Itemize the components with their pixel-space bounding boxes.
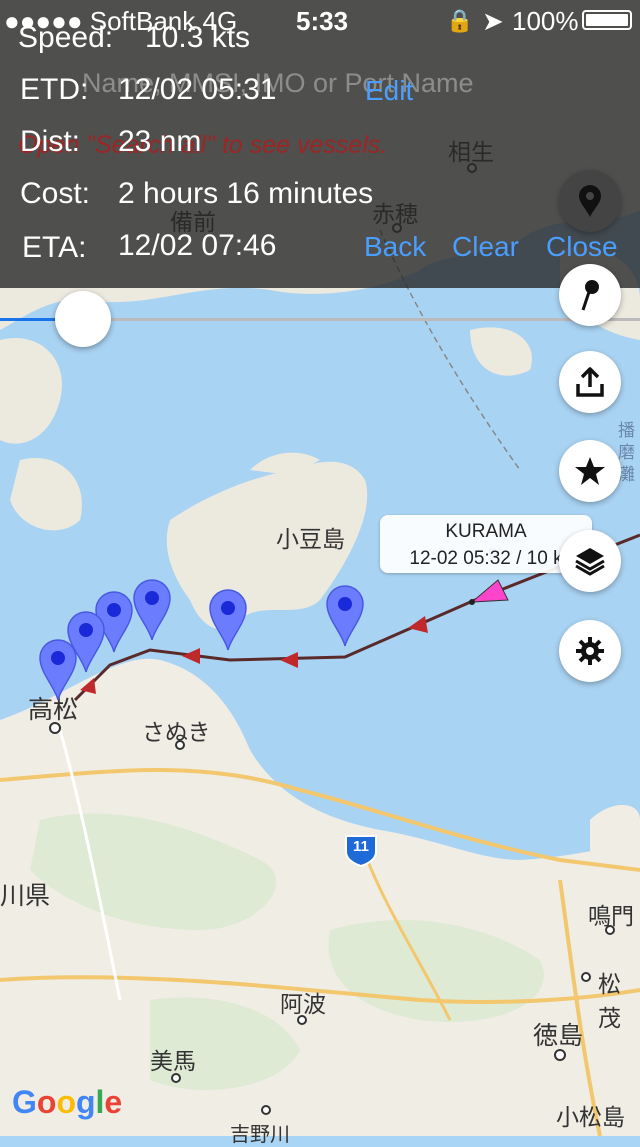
push-pin-icon — [581, 280, 599, 311]
waypoint-pin-1[interactable] — [325, 583, 365, 647]
map-label-yoshinogawa: 吉野川 — [230, 1124, 290, 1146]
eta-value: 12/02 07:46 — [118, 229, 277, 262]
lock-rotation-icon: 🔒 — [446, 8, 474, 33]
map-label-mima: 美馬 — [150, 1048, 196, 1074]
map-label-shodoshima: 小豆島 — [276, 526, 345, 552]
map-label-harima: 播磨灘 — [618, 421, 635, 484]
settings-button[interactable] — [559, 620, 621, 682]
etd-value: 12/02 05:31 — [118, 73, 277, 106]
dist-value: 23 nm — [118, 125, 202, 158]
dist-label: Dist: — [20, 125, 80, 158]
map-label-awa: 阿波 — [280, 991, 326, 1017]
battery-icon — [582, 10, 632, 30]
cost-value: 2 hours 16 minutes — [118, 177, 374, 210]
waypoint-pin-6[interactable] — [38, 637, 78, 701]
clear-button[interactable]: Clear — [452, 231, 519, 263]
share-button[interactable] — [559, 351, 621, 413]
gear-icon — [576, 637, 604, 665]
route-11-label: 11 — [353, 838, 369, 855]
drop-pin-button[interactable] — [559, 264, 621, 326]
carrier-label: ●●●●● SoftBank 4G — [4, 6, 238, 36]
google-logo: Google — [12, 1084, 123, 1120]
etd-label: ETD: — [20, 73, 89, 106]
favorites-button[interactable] — [559, 440, 621, 502]
status-bar: ●●●●● SoftBank 4G 5:33 🔒 ➤ 100% — [0, 0, 640, 40]
route-info-panel: Name, MMSI, IMO or Port Name Open "Searc… — [0, 0, 640, 288]
edit-button[interactable]: Edit — [365, 75, 413, 107]
vessel-name: KURAMA — [445, 521, 527, 542]
time-slider-thumb[interactable] — [55, 291, 112, 347]
map-label-matsushige: 松茂 — [598, 971, 621, 1031]
map-label-tokushima: 徳島 — [533, 1022, 584, 1050]
map-label-kagawa: 川県 — [0, 882, 51, 910]
clock: 5:33 — [296, 6, 349, 36]
share-icon — [576, 367, 604, 397]
star-icon — [575, 457, 605, 485]
my-location-button[interactable] — [559, 170, 621, 232]
map-label-komatsushima: 小松島 — [556, 1104, 625, 1130]
waypoint-pin-3[interactable] — [132, 577, 172, 641]
waypoint-pin-2[interactable] — [208, 587, 248, 651]
map-label-sanuki: さぬき — [142, 719, 211, 745]
back-button[interactable]: Back — [364, 231, 426, 263]
location-pin-icon — [579, 185, 601, 217]
close-button[interactable]: Close — [546, 231, 618, 263]
battery-percent: 100% — [512, 6, 579, 36]
eta-label: ETA: — [22, 231, 87, 264]
map-label-naruto: 鳴門 — [588, 903, 634, 929]
location-arrow-icon: ➤ — [482, 6, 504, 36]
layers-icon — [575, 548, 605, 576]
layers-button[interactable] — [559, 530, 621, 592]
cost-label: Cost: — [20, 177, 91, 210]
